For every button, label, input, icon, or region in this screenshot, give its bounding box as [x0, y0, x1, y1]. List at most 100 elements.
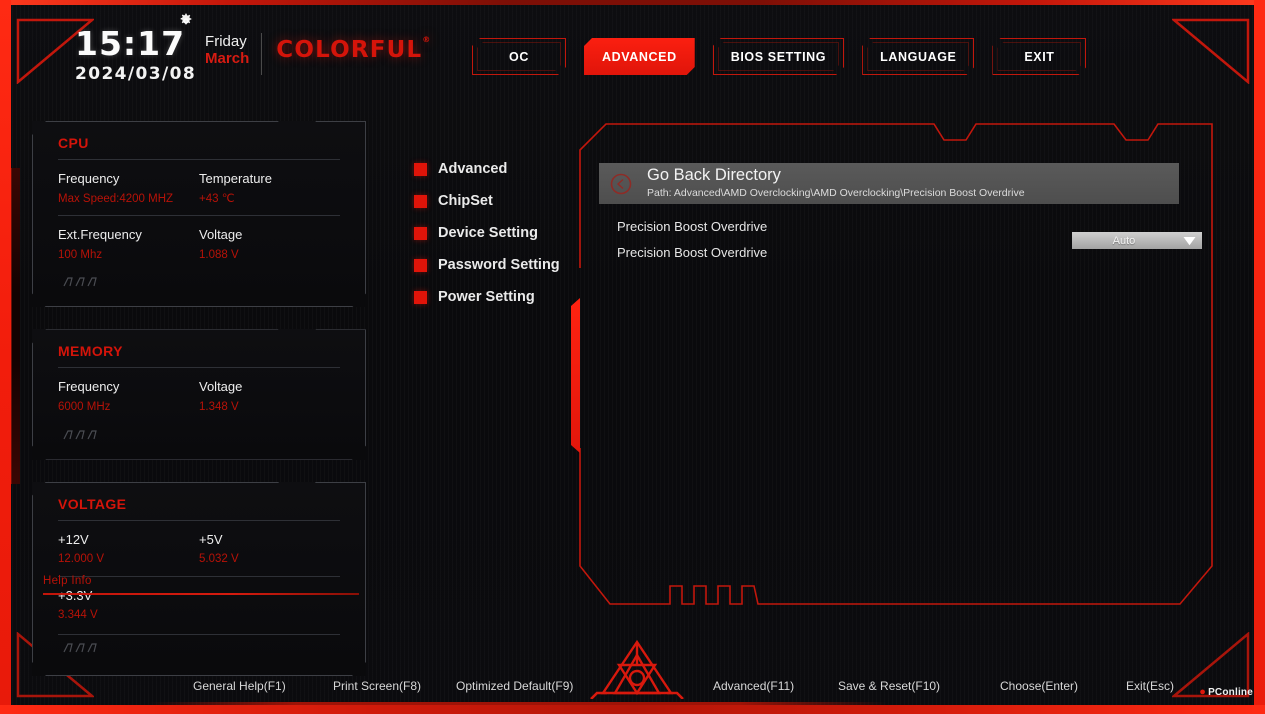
menu-item-password-setting[interactable]: Password Setting	[414, 249, 564, 281]
memory-voltage-value: 1.348 V	[199, 400, 239, 413]
help-info-divider	[43, 593, 359, 595]
menu-item-device-setting[interactable]: Device Setting	[414, 217, 564, 249]
menu-item-chipset[interactable]: ChipSet	[414, 185, 564, 217]
voltage-card-title: VOLTAGE	[58, 495, 127, 512]
menu-item-advanced[interactable]: Advanced	[414, 153, 564, 185]
brand-trademark: ®	[422, 35, 432, 44]
go-back-directory-path: Path: Advanced\AMD Overclocking\AMD Over…	[647, 187, 1025, 200]
footer-print-screen[interactable]: Print Screen(F8)	[333, 679, 421, 693]
bullet-square-icon	[414, 258, 427, 272]
system-info-cards: CPU Frequency Max Speed:4200 MHZ Tempera…	[32, 121, 366, 698]
tab-oc-label: OC	[509, 49, 529, 64]
cpu-temperature-cell: Temperature +43 ℃	[199, 169, 340, 209]
main-tabs: OC ADVANCED BIOS SETTING LANGUAGE EXIT	[472, 38, 1086, 75]
cpu-card-title: CPU	[58, 135, 89, 151]
frame-bottom-inner-bar	[148, 702, 888, 705]
cpu-info-card: CPU Frequency Max Speed:4200 MHZ Tempera…	[32, 121, 366, 308]
tab-bios-setting[interactable]: BIOS SETTING	[713, 38, 844, 75]
bullet-square-icon	[414, 226, 427, 240]
precision-boost-overdrive-dropdown[interactable]: Auto	[1072, 232, 1202, 249]
dropdown-selected-value: Auto	[1112, 234, 1136, 247]
footer-choose[interactable]: Choose(Enter)	[1000, 679, 1078, 693]
tab-oc[interactable]: OC	[472, 38, 566, 75]
voltage-12v-cell: +12V 12.000 V	[58, 530, 199, 570]
menu-item-chipset-label: ChipSet	[438, 193, 493, 209]
main-content-panel: Go Back Directory Path: Advanced\AMD Ove…	[566, 118, 1224, 622]
footer-general-help[interactable]: General Help(F1)	[193, 679, 286, 693]
cpu-row-1: Frequency Max Speed:4200 MHZ Temperature…	[58, 159, 340, 215]
cpu-frequency-label: Frequency	[58, 171, 120, 186]
system-clock: 15:17 2024/03/08 Friday March COLORFUL ®	[75, 13, 430, 84]
back-arrow-circle-icon	[599, 172, 643, 196]
footer-save-reset[interactable]: Save & Reset(F10)	[838, 679, 940, 693]
tab-advanced[interactable]: ADVANCED	[584, 38, 695, 75]
tab-exit[interactable]: EXIT	[992, 38, 1086, 75]
footer-optimized-default[interactable]: Optimized Default(F9)	[456, 679, 573, 693]
footer-exit[interactable]: Exit(Esc)	[1126, 679, 1174, 693]
tab-exit-label: EXIT	[1024, 49, 1055, 64]
brand-logo: COLORFUL ®	[276, 35, 430, 63]
voltage-5v-cell: +5V 5.032 V	[199, 530, 340, 570]
memory-row-1: Frequency 6000 MHz Voltage 1.348 V	[58, 367, 340, 423]
go-back-directory-text: Go Back Directory Path: Advanced\AMD Ove…	[643, 166, 1025, 201]
tab-language[interactable]: LANGUAGE	[862, 38, 974, 75]
memory-frequency-cell: Frequency 6000 MHz	[58, 377, 199, 417]
tab-language-label: LANGUAGE	[880, 49, 957, 64]
time-date-block: 15:17 2024/03/08	[75, 13, 197, 84]
help-info-label: Help Info	[43, 575, 92, 587]
category-menu: Advanced ChipSet Device Setting Password…	[414, 153, 564, 313]
bullet-square-icon	[414, 194, 427, 208]
colorful-star-logo-icon	[589, 637, 685, 704]
voltage-33v-value: 3.344 V	[58, 609, 98, 622]
cpu-row-2: Ext.Frequency 100 Mhz Voltage 1.088 V	[58, 215, 340, 271]
pconline-mark-icon: ●	[1199, 686, 1207, 698]
voltage-card-footer	[58, 633, 340, 654]
cpu-ext-frequency-cell: Ext.Frequency 100 Mhz	[58, 225, 199, 265]
bios-screen: 15:17 2024/03/08 Friday March COLORFUL ® …	[0, 0, 1265, 714]
cpu-temperature-label: Temperature	[199, 171, 272, 186]
clock-month: March	[205, 50, 250, 68]
bullet-square-icon	[414, 162, 427, 176]
go-back-directory-title: Go Back Directory	[647, 166, 781, 185]
main-panel-accent-bar	[571, 298, 580, 453]
menu-item-power-setting-label: Power Setting	[438, 289, 535, 305]
pconline-watermark: ● PConline	[1199, 686, 1253, 698]
menu-item-password-setting-label: Password Setting	[438, 257, 560, 273]
menu-item-power-setting[interactable]: Power Setting	[414, 281, 564, 313]
voltage-row-1: +12V 12.000 V +5V 5.032 V	[58, 519, 340, 576]
voltage-12v-value: 12.000 V	[58, 553, 105, 566]
menu-item-advanced-label: Advanced	[438, 161, 508, 177]
frame-left-inner-bar	[11, 168, 20, 484]
clock-time: 15:17	[75, 24, 186, 63]
voltage-12v-label: +12V	[58, 531, 89, 547]
cpu-voltage-value: 1.088 V	[199, 248, 239, 261]
gear-icon	[178, 13, 194, 29]
frame-left-edge	[0, 0, 11, 714]
memory-frequency-label: Frequency	[58, 379, 120, 395]
weekday-month-block: Friday March	[205, 33, 263, 75]
memory-info-card: MEMORY Frequency 6000 MHz Voltage 1.348 …	[32, 329, 366, 460]
cpu-temperature-value: +43 ℃	[199, 192, 235, 205]
go-back-directory-item[interactable]: Go Back Directory Path: Advanced\AMD Ove…	[599, 163, 1179, 204]
memory-card-footer	[58, 426, 340, 439]
bullet-square-icon	[414, 290, 427, 304]
menu-item-device-setting-label: Device Setting	[438, 225, 538, 241]
setting-label: Precision Boost Overdrive	[617, 244, 768, 260]
zigzag-decor-icon	[63, 277, 97, 287]
setting-label: Precision Boost Overdrive	[617, 218, 768, 234]
clock-date: 2024/03/08	[75, 64, 197, 84]
voltage-5v-value: 5.032 V	[199, 553, 239, 566]
zigzag-decor-icon	[63, 429, 97, 439]
tab-bios-setting-label: BIOS SETTING	[730, 49, 827, 64]
memory-voltage-label: Voltage	[199, 379, 243, 395]
cpu-voltage-cell: Voltage 1.088 V	[199, 225, 340, 265]
brand-logo-text: COLORFUL	[276, 37, 423, 63]
cpu-frequency-value: Max Speed:4200 MHZ	[58, 192, 174, 205]
cpu-ext-frequency-label: Ext.Frequency	[58, 227, 142, 243]
voltage-5v-label: +5V	[199, 531, 223, 547]
footer-advanced[interactable]: Advanced(F11)	[713, 679, 794, 693]
cpu-voltage-label: Voltage	[199, 227, 243, 243]
cpu-frequency-cell: Frequency Max Speed:4200 MHZ	[58, 169, 199, 209]
memory-frequency-value: 6000 MHz	[58, 400, 111, 413]
frame-bottom-edge	[0, 705, 1265, 714]
